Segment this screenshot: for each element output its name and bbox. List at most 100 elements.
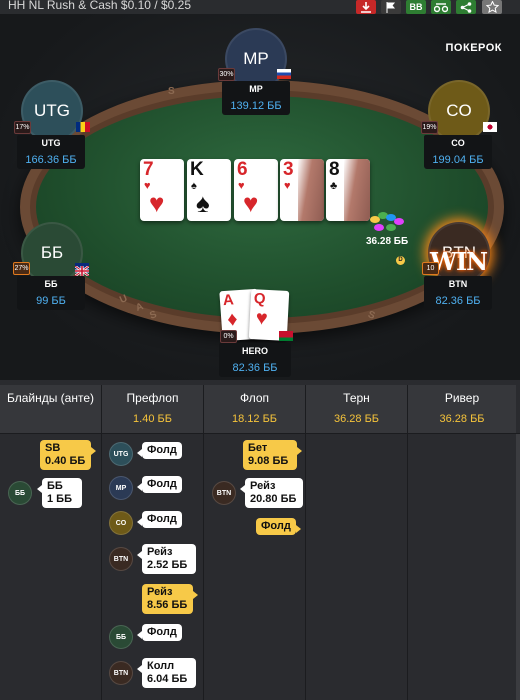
player-stat-badge: 10 [422,262,439,275]
action-label: Фолд [147,478,177,490]
flag-uk-icon [74,263,90,277]
favorite-button[interactable] [482,0,502,14]
pot-amount: 36.28 ББ [366,236,409,247]
column-amount: 18.12 ББ [231,413,278,425]
column-title: Префлоп [126,391,179,405]
hand-replayer: HH NL Rush & Cash $0.10 / $0.25 BB S A S… [0,0,520,700]
action-amount: 0.40 ББ [45,455,86,467]
board-card: 7 ♥ ♥ [140,159,184,221]
action-bubble-bb: ББ 1 ББ [37,478,82,508]
replay-button[interactable] [431,0,451,14]
column-amount: 36.28 ББ [439,413,485,425]
action-amount: 8.56 ББ [147,599,188,611]
mini-avatar-co: CO [109,511,133,535]
bb-toggle-button[interactable]: BB [406,0,426,14]
action-label: Фолд [147,513,177,525]
action-amount: 20.80 ББ [250,493,297,505]
card-rank: Q [253,290,266,308]
card-suit: ♥ [243,188,259,218]
action-label: ББ [47,480,63,492]
card-suit-mini: ♣ [330,180,338,192]
action-bubble: Фолд [137,442,182,459]
mini-avatar-btn: BTN [109,661,133,685]
player-stat-badge: 19% [421,121,438,134]
action-bubble: Фолд [137,624,182,641]
action-label: Рейз [250,480,276,492]
board-card: 6 ♥ ♥ [234,159,278,221]
card-suit-mini: ♥ [284,180,291,192]
column-header-river: Ривер 36.28 ББ [408,385,516,433]
player-name: CO [424,135,492,151]
action-bubble-sb: SB 0.40 ББ [40,440,96,470]
mini-avatar-utg: UTG [109,442,133,466]
card-flip-shade [344,159,370,221]
column-header-turn: Терн 36.28 ББ [306,385,407,433]
card-rank: 7 [143,159,154,180]
player-stat-badge: 0% [220,330,237,343]
player-stack: 82.36 ББ [424,292,492,310]
rim-letter: S [168,86,175,97]
action-bubble: Колл 6.04 ББ [137,658,196,688]
player-name: HERO [219,343,291,359]
share-button[interactable] [456,0,476,14]
flag-button[interactable] [381,0,401,14]
action-label: Фолд [147,444,177,456]
mini-avatar-bb: ББ [109,625,133,649]
player-stat-badge: 30% [218,68,235,81]
player-stack: 166.36 ББ [17,151,85,169]
action-label: Рейз [147,546,173,558]
card-rank: 3 [283,159,294,180]
card-rank: 8 [329,159,340,180]
action-amount: 6.04 ББ [147,673,188,685]
column-title: Терн [343,391,370,405]
brand-logo: ПОКЕРОК [445,42,502,54]
mini-avatar-bb: ББ [8,481,32,505]
card-flip-shade [298,159,324,221]
replay-icon [434,2,448,12]
card-rank: 6 [237,159,248,180]
flag-russia-icon [277,69,291,79]
action-label: Фолд [261,520,291,532]
history-scrollbar[interactable] [516,434,520,700]
player-name: UTG [17,135,85,151]
action-bubble: Фолд [137,476,182,493]
card-suit: ♦ [226,308,239,331]
player-name: MP [222,81,290,97]
card-rank: K [190,159,204,180]
action-amount: 1 ББ [47,493,72,505]
player-stat-badge: 27% [13,262,30,275]
column-title: Флоп [239,391,270,405]
action-label: Колл [147,660,175,672]
player-stack: 99 ББ [17,292,85,310]
board-card-turn: 3 ♥ [280,159,324,221]
flag-belarus-icon [279,331,293,341]
column-amount: 36.28 ББ [333,413,380,425]
action-label: Бет [248,442,268,454]
card-suit: ♥ [255,307,269,330]
action-bubble: Фолд [137,511,182,528]
column-header-preflop: Префлоп 1.40 ББ [102,385,203,433]
column-title: Ривер [444,391,480,405]
action-label: Фолд [147,626,177,638]
mini-avatar-btn: BTN [212,481,236,505]
action-bubble: Рейз 2.52 ББ [137,544,196,574]
flag-romania-icon [76,122,90,132]
player-stack: 82.36 ББ [219,359,291,377]
download-button[interactable] [356,0,376,14]
star-icon [485,1,499,13]
action-bubble-hero: Рейз 8.56 ББ [142,584,198,614]
action-label: Рейз [147,586,173,598]
dealer-button: D [396,256,405,265]
player-name: BTN [424,276,492,292]
action-label: SB [45,442,61,454]
action-bubble-hero: Фолд [256,518,301,535]
column-header-blinds: Блайнды (анте) [0,385,101,433]
board-card: K ♠ ♠ [187,159,231,221]
board-card-river: 8 ♣ [326,159,370,221]
mini-avatar-btn: BTN [109,547,133,571]
column-amount: 1.40 ББ [133,413,172,425]
action-bubble: Рейз 20.80 ББ [240,478,303,508]
avatar-bb[interactable]: ББ [21,222,83,284]
column-header-flop: Флоп 18.12 ББ [204,385,305,433]
column-title: Блайнды (анте) [6,391,95,405]
